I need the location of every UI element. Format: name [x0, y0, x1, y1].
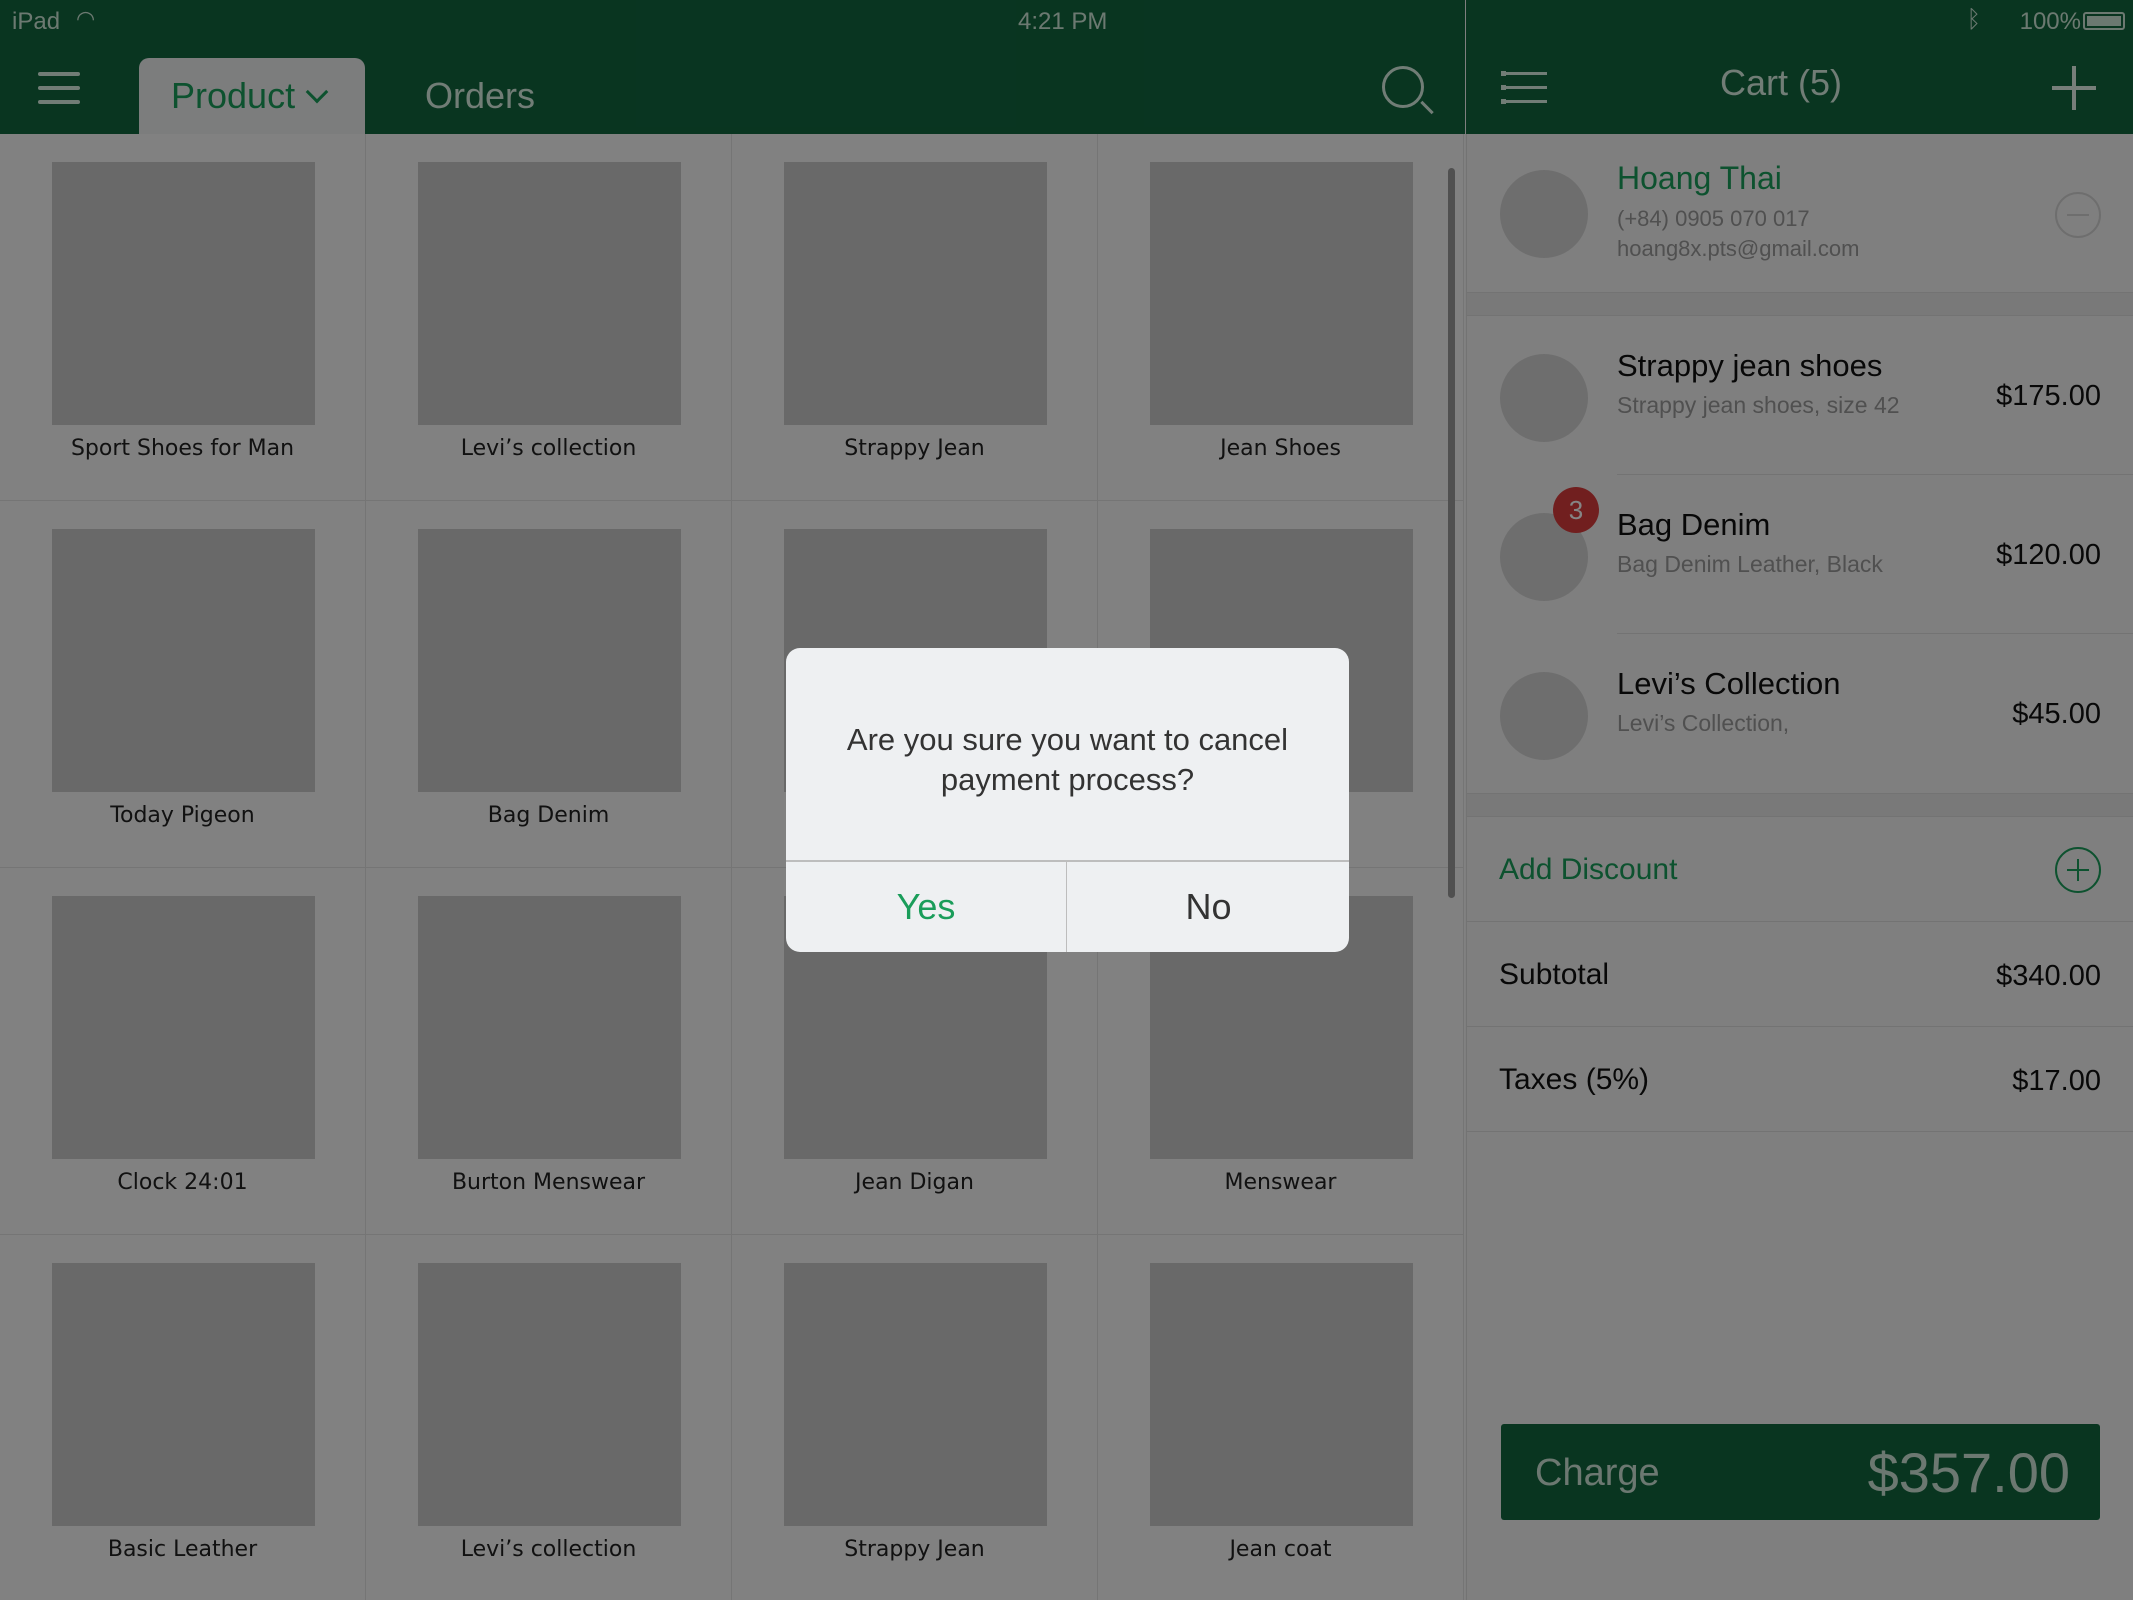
cancel-payment-dialog: Are you sure you want to cancel payment …: [786, 648, 1349, 952]
yes-button[interactable]: Yes: [786, 862, 1067, 952]
dialog-message: Are you sure you want to cancel payment …: [846, 722, 1289, 797]
no-button[interactable]: No: [1068, 862, 1349, 952]
dialog-buttons: Yes No: [786, 860, 1349, 952]
